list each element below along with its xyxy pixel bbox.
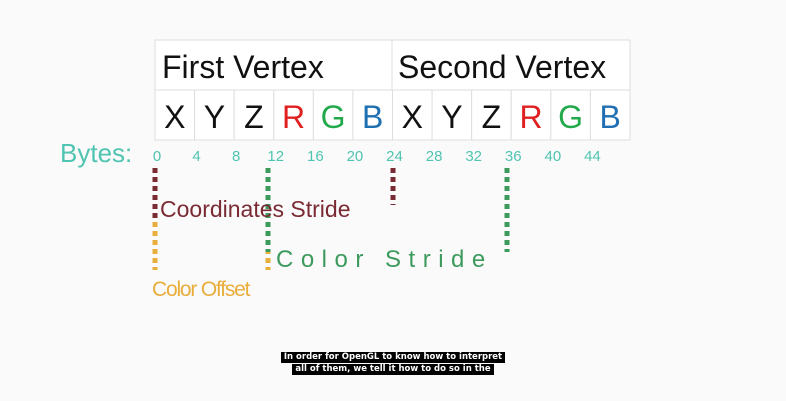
subtitle-line-2: all of them, we tell it how to do so in … [292, 364, 494, 375]
byte-offset-label: 20 [347, 148, 364, 165]
first-vertex-header: First Vertex [162, 49, 324, 85]
byte-offset-label: 28 [426, 148, 443, 165]
byte-offset-label: 4 [192, 148, 200, 165]
subtitle-caption: In order for OpenGL to know how to inter… [0, 346, 786, 375]
color-stride-label: Color Stride [276, 246, 493, 273]
attribute-letter: Y [441, 99, 462, 135]
byte-offset-label: 40 [544, 148, 561, 165]
byte-offset-label: 36 [505, 148, 522, 165]
attribute-letter: Y [204, 99, 225, 135]
attribute-letter: Z [244, 99, 264, 135]
attribute-letter: G [558, 99, 583, 135]
byte-offset-label: 32 [465, 148, 482, 165]
vertex-layout-diagram: First Vertex Second Vertex XYZRGBXYZRGB … [0, 0, 786, 401]
bytes-label: Bytes: [60, 138, 132, 168]
attribute-letter: G [321, 99, 346, 135]
attribute-row: XYZRGBXYZRGB [154, 89, 631, 141]
byte-offset-label: 0 [153, 148, 161, 165]
attribute-letter: X [164, 99, 185, 135]
byte-offset-label: 12 [267, 148, 284, 165]
attribute-letter: R [519, 99, 542, 135]
attribute-letter: Z [482, 99, 502, 135]
color-offset-label: Color Offset [152, 278, 251, 301]
attribute-letter: X [402, 99, 423, 135]
attribute-letter: R [282, 99, 305, 135]
attribute-letter: B [362, 99, 383, 135]
byte-offset-label: 8 [232, 148, 240, 165]
coordinates-stride-label: Coordinates Stride [160, 196, 351, 222]
byte-offset-label: 44 [584, 148, 601, 165]
attribute-letter: B [600, 99, 621, 135]
byte-offset-label: 24 [386, 148, 403, 165]
byte-offset-label: 16 [307, 148, 324, 165]
second-vertex-header: Second Vertex [398, 49, 606, 85]
